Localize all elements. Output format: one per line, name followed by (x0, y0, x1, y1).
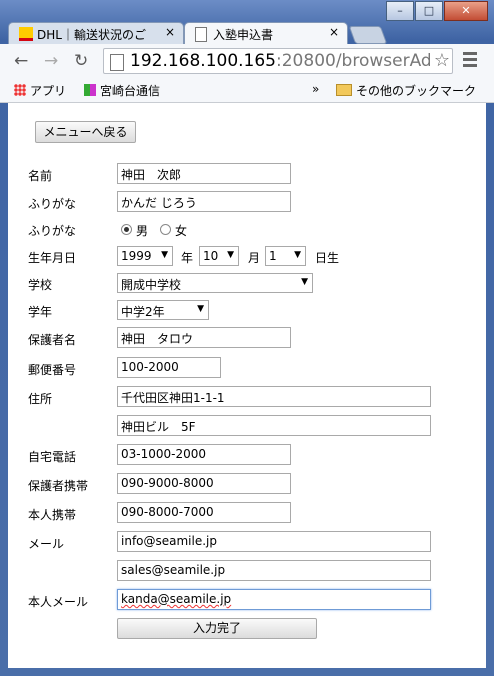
school-label: 学校 (28, 278, 53, 292)
forward-arrow-icon[interactable]: → (44, 51, 58, 71)
tab-close-icon[interactable]: × (165, 25, 175, 39)
site-favicon-icon (84, 84, 96, 96)
address-line2-input[interactable]: 神田ビル 5F (117, 415, 431, 436)
bookmark-apps[interactable]: アプリ (14, 82, 66, 99)
dhl-favicon-icon (19, 27, 33, 41)
guardian-mobile-input[interactable]: 090-9000-8000 (117, 473, 291, 494)
page-icon (110, 54, 124, 71)
name-label: 名前 (28, 169, 53, 183)
email1-input[interactable]: info@seamile.jp (117, 531, 431, 552)
apps-grid-icon (14, 84, 26, 96)
email2-input[interactable]: sales@seamile.jp (117, 560, 431, 581)
submit-button[interactable]: 入力完了 (117, 618, 317, 639)
postal-code-input[interactable]: 100-2000 (117, 357, 221, 378)
back-arrow-icon[interactable]: ← (14, 51, 28, 71)
guardian-mobile-label: 保護者携帯 (28, 479, 89, 493)
new-tab-button[interactable] (348, 26, 388, 44)
birth-month-select[interactable]: 10 (199, 246, 239, 266)
furigana-input[interactable]: かんだ じろう (117, 191, 291, 212)
gender-female-label: 女 (175, 224, 188, 238)
birth-day-select[interactable]: 1 (265, 246, 306, 266)
address-line1-input[interactable]: 千代田区神田1-1-1 (117, 386, 431, 407)
guardian-name-input[interactable]: 神田 タロウ (117, 327, 291, 348)
back-to-menu-button[interactable]: メニューへ戻る (35, 121, 136, 143)
page-favicon-icon (195, 27, 207, 42)
folder-icon (336, 84, 352, 96)
bookmarks-bar: アプリ 宮崎台通信 » その他のブックマーク (0, 78, 494, 103)
window-controls: – □ ✕ (385, 1, 488, 21)
menu-icon[interactable] (463, 52, 477, 70)
minimize-button[interactable]: – (386, 1, 414, 21)
tab-dhl[interactable]: DHL｜輸送状況のご × (8, 22, 184, 44)
tab-strip: DHL｜輸送状況のご × 入塾申込書 × (0, 20, 494, 44)
self-email-input[interactable]: kanda@seamile.jp (117, 589, 431, 610)
url-text: 192.168.100.165:20800/browserAddU (130, 51, 430, 71)
bookmark-star-icon[interactable]: ☆ (434, 50, 450, 71)
day-suffix: 日生 (315, 251, 340, 265)
browser-window: – □ ✕ DHL｜輸送状況のご × 入塾申込書 × ← → ↻ 192.168… (0, 0, 494, 676)
gender-male-label: 男 (136, 224, 149, 238)
tab-close-icon[interactable]: × (329, 25, 339, 39)
grade-label: 学年 (28, 305, 53, 319)
bookmark-site[interactable]: 宮崎台通信 (84, 82, 160, 99)
guardian-name-label: 保護者名 (28, 333, 77, 347)
year-suffix: 年 (181, 251, 194, 265)
birth-year-select[interactable]: 1999 (117, 246, 173, 266)
self-email-value: kanda@seamile.jp (121, 592, 232, 606)
gender-male-radio[interactable] (121, 224, 132, 235)
self-mobile-input[interactable]: 090-8000-7000 (117, 502, 291, 523)
birthdate-label: 生年月日 (28, 251, 77, 265)
browser-toolbar: ← → ↻ 192.168.100.165:20800/browserAddU … (0, 44, 494, 79)
name-input[interactable]: 神田 次郎 (117, 163, 291, 184)
home-phone-label: 自宅電話 (28, 450, 77, 464)
grade-select[interactable]: 中学2年 (117, 300, 209, 320)
self-email-label: 本人メール (28, 595, 89, 609)
page-content: メニューへ戻る 名前 神田 次郎 ふりがな かんだ じろう ふりがな 男 女 生… (8, 103, 486, 668)
bookmarks-overflow[interactable]: » (312, 82, 319, 96)
bookmark-other[interactable]: その他のブックマーク (336, 82, 476, 99)
email-label: メール (28, 537, 65, 551)
address-label: 住所 (28, 392, 53, 406)
tab-title: 入塾申込書 (213, 28, 274, 42)
reload-icon[interactable]: ↻ (74, 51, 88, 71)
furigana-label: ふりがな (28, 197, 77, 211)
tab-title: DHL｜輸送状況のご (37, 28, 146, 42)
postal-code-label: 郵便番号 (28, 363, 77, 377)
tab-enrollment[interactable]: 入塾申込書 × (184, 22, 348, 44)
maximize-button[interactable]: □ (415, 1, 443, 21)
home-phone-input[interactable]: 03-1000-2000 (117, 444, 291, 465)
address-bar[interactable]: 192.168.100.165:20800/browserAddU ☆ (103, 48, 453, 74)
self-mobile-label: 本人携帯 (28, 508, 77, 522)
gender-label: ふりがな (28, 224, 77, 238)
gender-female-radio[interactable] (160, 224, 171, 235)
month-suffix: 月 (248, 251, 261, 265)
school-select[interactable]: 開成中学校 (117, 273, 313, 293)
close-window-button[interactable]: ✕ (444, 1, 488, 21)
